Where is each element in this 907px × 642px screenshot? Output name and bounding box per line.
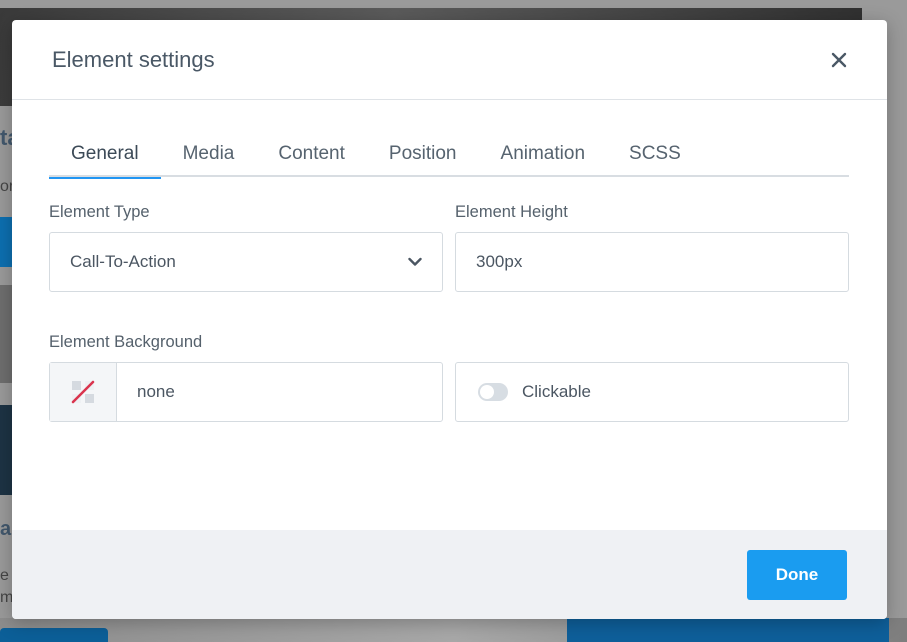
element-background-field — [49, 362, 443, 422]
no-color-icon — [71, 380, 95, 404]
settings-tabs: General Media Content Position Animation… — [49, 130, 849, 179]
element-type-select[interactable]: Call-To-Action — [49, 232, 443, 292]
element-height-field[interactable] — [455, 232, 849, 292]
done-button[interactable]: Done — [747, 550, 847, 600]
close-icon[interactable] — [827, 48, 851, 72]
toggle-knob — [480, 385, 494, 399]
close-icon-glyph — [831, 52, 847, 67]
color-swatch[interactable] — [50, 363, 117, 421]
clickable-toggle[interactable] — [478, 383, 508, 401]
element-height-label: Element Height — [455, 203, 568, 221]
tab-scss[interactable]: SCSS — [607, 130, 703, 177]
element-type-value: Call-To-Action — [70, 252, 176, 271]
modal-footer: Done — [12, 530, 887, 619]
background-image — [0, 405, 12, 495]
element-type-label: Element Type — [49, 203, 150, 221]
element-height-input[interactable] — [476, 252, 828, 272]
tab-position[interactable]: Position — [367, 130, 479, 177]
tab-content[interactable]: Content — [256, 130, 367, 177]
background-image — [567, 618, 889, 642]
clickable-label: Clickable — [522, 382, 591, 401]
modal-title: Element settings — [52, 46, 215, 72]
element-background-label: Element Background — [49, 333, 203, 351]
chevron-down-icon — [408, 255, 422, 269]
modal-body: General Media Content Position Animation… — [12, 100, 887, 530]
tab-media[interactable]: Media — [161, 130, 257, 177]
element-settings-modal: Element settings General Media Content P… — [12, 20, 887, 619]
element-background-input[interactable] — [117, 382, 442, 402]
tab-general[interactable]: General — [49, 130, 161, 179]
background-button — [0, 217, 12, 267]
background-image — [0, 285, 12, 383]
modal-header: Element settings — [12, 20, 887, 100]
clickable-field: Clickable — [455, 362, 849, 422]
tab-animation[interactable]: Animation — [479, 130, 608, 177]
background-button — [0, 628, 108, 642]
